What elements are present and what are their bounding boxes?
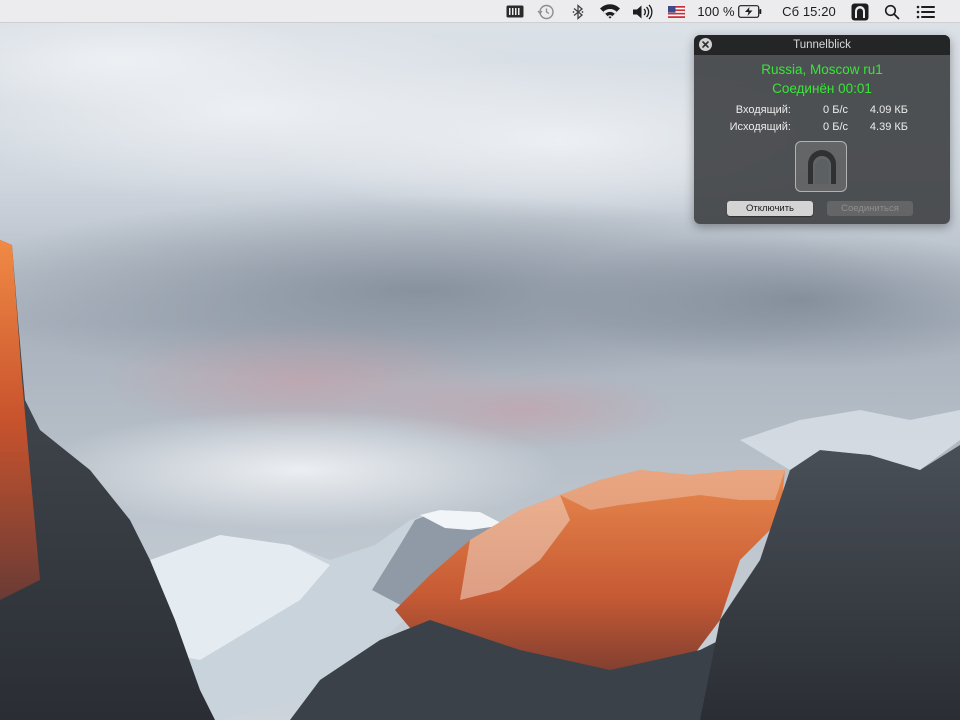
notification-center-icon[interactable] (914, 0, 938, 23)
incoming-rate: 0 Б/с (823, 104, 848, 116)
bluetooth-icon[interactable] (569, 0, 587, 23)
us-flag-icon[interactable] (666, 0, 686, 23)
menubar-clock[interactable]: Сб 15:20 (774, 0, 844, 23)
battery-status-icon[interactable] (505, 0, 525, 23)
battery-percent[interactable]: 100 % (696, 0, 736, 23)
outgoing-total: 4.39 КБ (869, 121, 908, 133)
battery-charging-icon[interactable] (737, 0, 763, 23)
outgoing-rate: 0 Б/с (823, 121, 848, 133)
volume-icon[interactable] (631, 0, 655, 23)
tunnelblick-logo-icon (795, 141, 847, 192)
connection-status: Соединён 00:01 (772, 81, 872, 96)
menu-bar: 100 % Сб 15:20 (0, 0, 960, 23)
close-icon[interactable] (699, 38, 712, 51)
connection-name: Russia, Moscow ru1 (761, 62, 883, 77)
time-machine-icon[interactable] (536, 0, 556, 23)
window-title: Tunnelblick (793, 39, 851, 51)
connect-button[interactable]: Соединиться (827, 201, 913, 216)
disconnect-button[interactable]: Отключить (727, 201, 813, 216)
wifi-icon[interactable] (598, 0, 622, 23)
incoming-total: 4.09 КБ (869, 104, 908, 116)
tunnelblick-status-window: Tunnelblick Russia, Moscow ru1 Соединён … (694, 35, 950, 224)
incoming-label: Входящий: (735, 104, 791, 116)
outgoing-label: Исходящий: (729, 121, 791, 133)
tunnelblick-icon[interactable] (849, 0, 871, 23)
spotlight-search-icon[interactable] (882, 0, 902, 23)
